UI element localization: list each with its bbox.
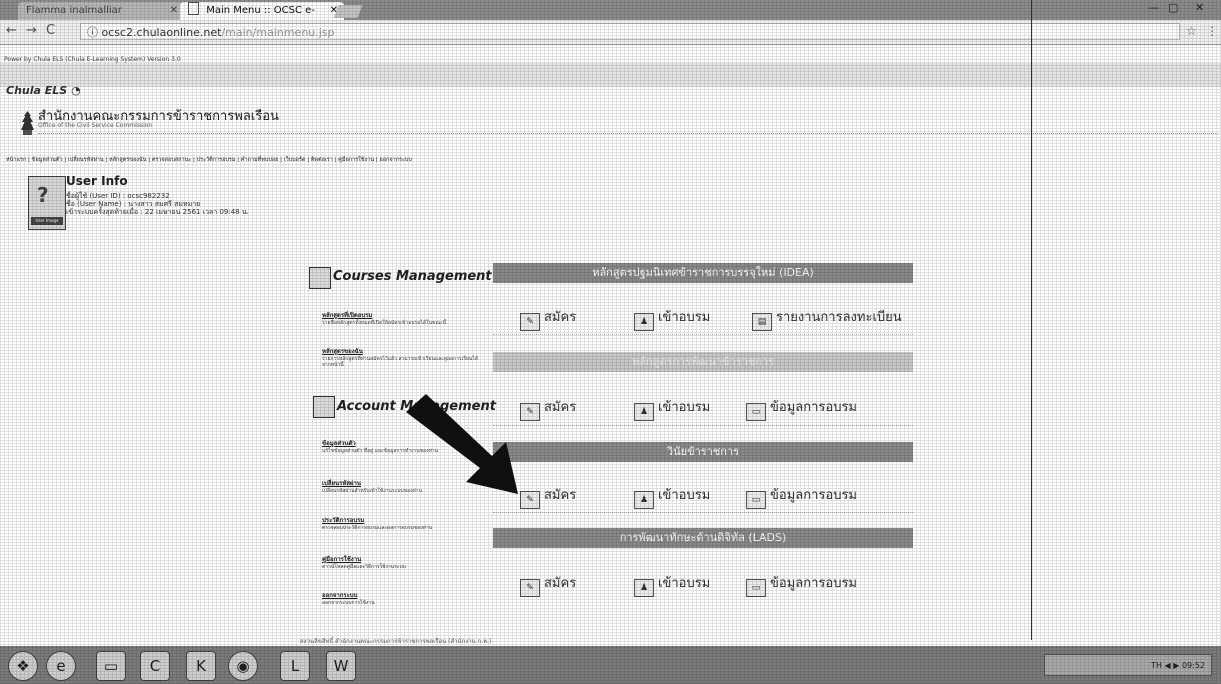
list-item[interactable]: หลักสูตรของฉัน รายการหลักสูตรที่ท่านสมัค… xyxy=(322,346,486,368)
report-icon: ▤ xyxy=(752,313,772,331)
user-lock-icon: ♟ xyxy=(634,313,654,331)
enter-course-button[interactable]: ♟ เข้าอบรม xyxy=(634,396,710,421)
app-k-icon[interactable]: K xyxy=(186,651,216,681)
pointer-arrow-icon xyxy=(406,394,518,494)
divider xyxy=(493,334,913,335)
info-icon: ⓘ xyxy=(87,26,102,39)
user-lock-icon: ♟ xyxy=(634,491,654,509)
chrome-icon[interactable]: ◉ xyxy=(228,651,258,681)
item-desc: ดาวน์โหลดคู่มือและวิธีการใช้งานระบบ xyxy=(322,564,406,570)
divider xyxy=(38,133,1218,134)
course-header-development: หลักสูตรการพัฒนาข้าราชการ xyxy=(493,352,913,372)
close-window-button[interactable]: ✕ xyxy=(1195,1,1204,14)
item-desc: รายการหลักสูตรที่ท่านสมัครไว้แล้ว สามารถ… xyxy=(322,356,479,368)
reload-icon[interactable]: C xyxy=(46,23,55,38)
course-header-lads: การพัฒนาทักษะด้านดิจิทัล (LADS) xyxy=(493,528,913,548)
item-desc: ออกจากระบบการใช้งาน xyxy=(322,600,375,606)
divider xyxy=(493,425,913,426)
registration-report-button[interactable]: ▤ รายงานการลงทะเบียน xyxy=(752,306,902,331)
user-lock-icon: ♟ xyxy=(634,579,654,597)
browser-tab-1[interactable]: Flamma inalmalliar ✕ xyxy=(18,2,184,20)
word-icon[interactable]: W xyxy=(326,651,356,681)
apply-button[interactable]: ✎ สมัคร xyxy=(520,306,576,331)
training-info-button[interactable]: ▭ ข้อมูลการอบรม xyxy=(746,484,857,509)
footer-text: สงวนลิขสิทธิ์ สำนักงานคณะกรรมการข้าราชกา… xyxy=(300,638,492,645)
tab-title: Main Menu :: OCSC e- xyxy=(206,5,315,16)
ie-icon[interactable]: e xyxy=(46,651,76,681)
start-button-icon[interactable]: ❖ xyxy=(8,651,38,681)
minimize-button[interactable]: — xyxy=(1148,1,1159,14)
training-info-button[interactable]: ▭ ข้อมูลการอบรม xyxy=(746,572,857,597)
item-desc: ตรวจสอบประวัติการอบรมและผลการอบรมของท่าน xyxy=(322,525,433,531)
avatar-caption: User Image xyxy=(31,217,63,225)
list-item[interactable]: ออกจากระบบ ออกจากระบบการใช้งาน xyxy=(322,590,486,606)
list-item[interactable]: คู่มือการใช้งาน ดาวน์โหลดคู่มือและวิธีกา… xyxy=(322,554,486,570)
browser-tab-bar: Flamma inalmalliar ✕ Main Menu :: OCSC e… xyxy=(0,0,1221,20)
list-item[interactable]: ประวัติการอบรม ตรวจสอบประวัติการอบรมและผ… xyxy=(322,515,486,531)
powered-by-text: Power by Chula ELS (Chula E-Learning Sys… xyxy=(4,56,181,63)
user-lock-icon: ♟ xyxy=(634,403,654,421)
item-title[interactable]: หลักสูตรที่เปิดอบรม xyxy=(322,310,486,320)
item-title[interactable]: ประวัติการอบรม xyxy=(322,515,486,525)
enter-course-button[interactable]: ♟ เข้าอบรม xyxy=(634,484,710,509)
form-pen-icon: ✎ xyxy=(520,313,540,331)
system-tray[interactable]: TH ◀ ▶ 09:52 xyxy=(1044,654,1212,676)
maximize-button[interactable]: ▢ xyxy=(1168,1,1178,14)
header-band xyxy=(0,63,1221,87)
item-desc: รายชื่อหลักสูตรทั้งหมดที่เปิดให้สมัครเข้… xyxy=(322,320,447,326)
scan-texture xyxy=(0,0,1221,684)
windows-taskbar: ❖ e ▭ C K ◉ L W xyxy=(0,646,1221,684)
training-info-button[interactable]: ▭ ข้อมูลการอบรม xyxy=(746,396,857,421)
question-mark-icon: ? xyxy=(37,183,49,207)
courses-book-icon xyxy=(309,267,331,289)
chula-logo-icon: ◔ xyxy=(71,84,81,97)
divider xyxy=(1031,0,1032,640)
browser-tab-active[interactable]: Main Menu :: OCSC e- ✕ xyxy=(180,2,344,20)
close-tab-icon[interactable]: ✕ xyxy=(170,2,178,20)
top-menu[interactable]: หน้าแรก | ข้อมูลส่วนตัว | เปลี่ยนรหัสผ่า… xyxy=(6,156,412,164)
form-pen-icon: ✎ xyxy=(520,579,540,597)
list-item[interactable]: หลักสูตรที่เปิดอบรม รายชื่อหลักสูตรทั้งห… xyxy=(322,310,486,326)
url-input[interactable]: ⓘ ocsc2.chulaonline.net/main/mainmenu.js… xyxy=(80,23,1180,40)
item-title[interactable]: คู่มือการใช้งาน xyxy=(322,554,486,564)
folder-icon[interactable]: ▭ xyxy=(96,651,126,681)
apply-button[interactable]: ✎ สมัคร xyxy=(520,572,576,597)
item-title[interactable]: หลักสูตรของฉัน xyxy=(322,346,486,356)
page-icon xyxy=(188,2,199,15)
course-header-idea: หลักสูตรปฐมนิเทศข้าราชการบรรจุใหม่ (IDEA… xyxy=(493,263,913,283)
last-login-line: เข้าระบบครั้งสุดท้ายเมื่อ : 22 เมษายน 25… xyxy=(66,208,249,216)
url-host: ocsc2.chulaonline.net xyxy=(101,26,222,39)
avatar: ? User Image xyxy=(28,176,66,230)
address-bar-row: ← → C ⓘ ocsc2.chulaonline.net/main/mainm… xyxy=(0,20,1221,45)
enter-course-button[interactable]: ♟ เข้าอบรม xyxy=(634,572,710,597)
tab-title: Flamma inalmalliar xyxy=(26,5,122,16)
item-title[interactable]: ออกจากระบบ xyxy=(322,590,486,600)
back-arrow-icon[interactable]: ← xyxy=(6,23,17,38)
app-c-icon[interactable]: C xyxy=(140,651,170,681)
new-tab-button[interactable] xyxy=(333,5,363,18)
account-doc-icon xyxy=(313,396,335,418)
user-info-title: User Info xyxy=(66,174,128,188)
ocsc-emblem-icon xyxy=(21,111,34,135)
divider xyxy=(493,512,913,513)
user-card-icon: ▭ xyxy=(746,491,766,509)
user-card-icon: ▭ xyxy=(746,403,766,421)
brand-logo-text: Chula ELS ◔ xyxy=(6,84,81,97)
courses-management-title: Courses Management xyxy=(333,269,492,284)
enter-course-button[interactable]: ♟ เข้าอบรม xyxy=(634,306,710,331)
url-path: /main/mainmenu.jsp xyxy=(221,26,335,39)
org-subtitle: Office of the Civil Service Commission xyxy=(38,122,153,129)
menu-dots-icon[interactable]: ⋮ xyxy=(1206,24,1218,38)
line-app-icon[interactable]: L xyxy=(280,651,310,681)
bookmark-star-icon[interactable]: ☆ xyxy=(1186,24,1197,38)
user-card-icon: ▭ xyxy=(746,579,766,597)
forward-arrow-icon[interactable]: → xyxy=(26,23,37,38)
course-header-discipline: วินัยข้าราชการ xyxy=(493,442,913,462)
